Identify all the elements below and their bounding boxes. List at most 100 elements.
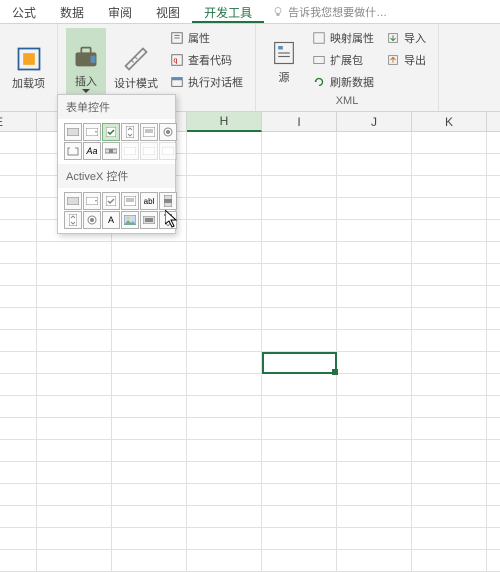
cell[interactable]: [262, 506, 337, 528]
cell[interactable]: [112, 286, 187, 308]
cell[interactable]: [487, 220, 500, 242]
cell[interactable]: [337, 352, 412, 374]
ax-combo[interactable]: [83, 192, 101, 210]
col-header-E[interactable]: E: [0, 112, 37, 132]
cell[interactable]: [412, 506, 487, 528]
cell[interactable]: [37, 550, 112, 572]
cell[interactable]: [112, 484, 187, 506]
cell[interactable]: [337, 330, 412, 352]
cell[interactable]: [0, 220, 37, 242]
cell[interactable]: [187, 484, 262, 506]
cell[interactable]: [187, 352, 262, 374]
cell[interactable]: [37, 462, 112, 484]
cell[interactable]: [487, 330, 500, 352]
cell[interactable]: [187, 330, 262, 352]
cell[interactable]: [487, 198, 500, 220]
form-checkbox[interactable]: [102, 123, 120, 141]
cell[interactable]: [487, 506, 500, 528]
cell[interactable]: [37, 352, 112, 374]
export-button[interactable]: 导出: [382, 50, 430, 70]
cell[interactable]: [487, 352, 500, 374]
properties-button[interactable]: 属性: [166, 28, 247, 48]
cell[interactable]: [337, 440, 412, 462]
cell[interactable]: [37, 506, 112, 528]
cell[interactable]: [412, 286, 487, 308]
cell[interactable]: [262, 176, 337, 198]
cell[interactable]: [412, 198, 487, 220]
cell[interactable]: [412, 440, 487, 462]
cell[interactable]: [187, 528, 262, 550]
form-groupbox[interactable]: [64, 142, 82, 160]
cell[interactable]: [112, 396, 187, 418]
cell[interactable]: [487, 440, 500, 462]
cell[interactable]: [0, 374, 37, 396]
cell[interactable]: [412, 352, 487, 374]
cell[interactable]: [112, 440, 187, 462]
cell[interactable]: [412, 176, 487, 198]
cell[interactable]: [262, 198, 337, 220]
cell[interactable]: [37, 484, 112, 506]
expansion-button[interactable]: 扩展包: [308, 50, 378, 70]
ax-scrollbar[interactable]: [159, 192, 177, 210]
cell[interactable]: [262, 484, 337, 506]
cell[interactable]: [337, 242, 412, 264]
tab-formula[interactable]: 公式: [0, 0, 48, 23]
cell[interactable]: [112, 308, 187, 330]
cell[interactable]: [0, 484, 37, 506]
cell[interactable]: [112, 506, 187, 528]
cell[interactable]: [187, 242, 262, 264]
tab-view[interactable]: 视图: [144, 0, 192, 23]
cell[interactable]: [262, 440, 337, 462]
cell[interactable]: [337, 374, 412, 396]
cell[interactable]: [0, 198, 37, 220]
cell[interactable]: [37, 396, 112, 418]
ax-toggle[interactable]: [140, 211, 158, 229]
map-properties-button[interactable]: 映射属性: [308, 28, 378, 48]
cell[interactable]: [112, 418, 187, 440]
cell[interactable]: [37, 440, 112, 462]
cell[interactable]: [412, 308, 487, 330]
cell[interactable]: [262, 396, 337, 418]
cell[interactable]: [112, 374, 187, 396]
cell[interactable]: [337, 198, 412, 220]
cell[interactable]: [337, 484, 412, 506]
cell[interactable]: [487, 462, 500, 484]
cell[interactable]: [412, 374, 487, 396]
run-dialog-button[interactable]: 执行对话框: [166, 72, 247, 92]
cell[interactable]: [187, 176, 262, 198]
tab-devtools[interactable]: 开发工具: [192, 0, 264, 23]
cell[interactable]: [487, 308, 500, 330]
cell[interactable]: [0, 396, 37, 418]
cell[interactable]: [262, 330, 337, 352]
cell[interactable]: [487, 550, 500, 572]
addins-button[interactable]: 加载项: [8, 28, 49, 107]
ax-option[interactable]: [83, 211, 101, 229]
cell[interactable]: [0, 132, 37, 154]
cell[interactable]: [412, 132, 487, 154]
cell[interactable]: [0, 286, 37, 308]
cell[interactable]: [187, 220, 262, 242]
form-listbox[interactable]: [140, 123, 158, 141]
cell[interactable]: [262, 264, 337, 286]
cell[interactable]: [412, 550, 487, 572]
form-scrollbar[interactable]: [102, 142, 120, 160]
cell[interactable]: [37, 418, 112, 440]
cell[interactable]: [337, 528, 412, 550]
cell[interactable]: [262, 220, 337, 242]
cell[interactable]: [337, 154, 412, 176]
cell[interactable]: [187, 198, 262, 220]
col-header-J[interactable]: J: [337, 112, 412, 132]
cell[interactable]: [0, 506, 37, 528]
form-label[interactable]: Aa: [83, 142, 101, 160]
col-header-I[interactable]: I: [262, 112, 337, 132]
cell[interactable]: [262, 242, 337, 264]
ax-textbox[interactable]: abl: [140, 192, 158, 210]
cell[interactable]: [412, 154, 487, 176]
cell[interactable]: [262, 418, 337, 440]
cell[interactable]: [487, 374, 500, 396]
cell[interactable]: [37, 242, 112, 264]
cell[interactable]: [112, 264, 187, 286]
cell[interactable]: [337, 550, 412, 572]
cell[interactable]: [487, 418, 500, 440]
ax-button[interactable]: [64, 192, 82, 210]
